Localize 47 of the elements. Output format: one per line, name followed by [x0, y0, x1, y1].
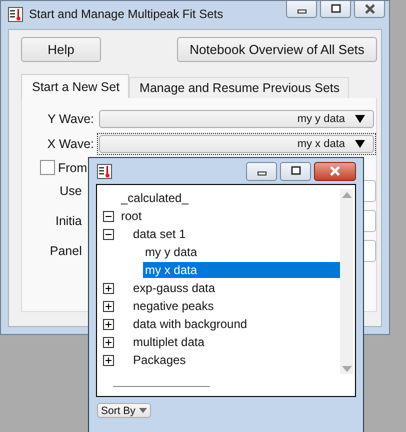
- plus-box-icon[interactable]: [102, 336, 114, 348]
- app-icon: [8, 6, 23, 22]
- field-label: X Wave:: [46, 136, 95, 150]
- wave-dropdown[interactable]: my x data: [99, 134, 374, 152]
- plus-box-icon[interactable]: [102, 282, 114, 294]
- horizontal-scrollbar[interactable]: [113, 386, 210, 387]
- maximize-icon: [330, 4, 340, 14]
- tab[interactable]: Start a New Set: [21, 74, 129, 98]
- close-button[interactable]: [314, 162, 356, 180]
- checkbox[interactable]: [40, 160, 55, 175]
- tree-item[interactable]: my y data: [143, 244, 202, 260]
- tree-item[interactable]: exp-gauss data: [131, 280, 220, 296]
- help-button[interactable]: Help: [21, 37, 101, 62]
- tree-item[interactable]: data set 1: [131, 226, 190, 242]
- close-button[interactable]: [354, 1, 385, 18]
- tree-item[interactable]: negative peaks: [131, 298, 218, 314]
- notebook-button[interactable]: Notebook Overview of All Sets: [177, 37, 377, 62]
- field-label: Y Wave:: [46, 112, 95, 126]
- checkbox-label: From: [58, 160, 88, 174]
- wave-dropdown[interactable]: my y data: [99, 110, 374, 128]
- tree-item[interactable]: _calculated_: [119, 190, 192, 206]
- minus-box-icon[interactable]: [102, 210, 114, 222]
- field-label: Use: [58, 184, 82, 198]
- window-title: Start and Manage Multipeak Fit Sets: [29, 7, 224, 21]
- maximize-button[interactable]: [320, 1, 351, 18]
- tab[interactable]: Manage and Resume Previous Sets: [128, 77, 349, 98]
- maximize-button[interactable]: [280, 162, 311, 180]
- field-label: Panel: [48, 244, 82, 258]
- tree-item[interactable]: multiplet data: [131, 334, 208, 350]
- tree-item[interactable]: my x data: [143, 262, 341, 278]
- sort-by-button[interactable]: Sort By: [97, 403, 152, 418]
- dropdown-arrow-icon: [355, 114, 365, 122]
- minimize-button[interactable]: [246, 162, 277, 180]
- maximize-icon: [290, 166, 300, 176]
- plus-box-icon[interactable]: [102, 300, 114, 312]
- dropdown-arrow-icon: [355, 140, 365, 148]
- app-icon: [97, 164, 112, 178]
- minus-box-icon[interactable]: [102, 228, 114, 240]
- tree-item[interactable]: data with background: [131, 316, 252, 332]
- close-icon: [329, 166, 341, 176]
- minimize-button[interactable]: [286, 1, 317, 18]
- close-icon: [364, 4, 376, 14]
- field-label: Initia: [54, 214, 82, 228]
- tree-item[interactable]: root: [119, 208, 146, 224]
- plus-box-icon[interactable]: [102, 318, 114, 330]
- tree-item[interactable]: Packages: [131, 352, 190, 368]
- plus-box-icon[interactable]: [102, 354, 114, 366]
